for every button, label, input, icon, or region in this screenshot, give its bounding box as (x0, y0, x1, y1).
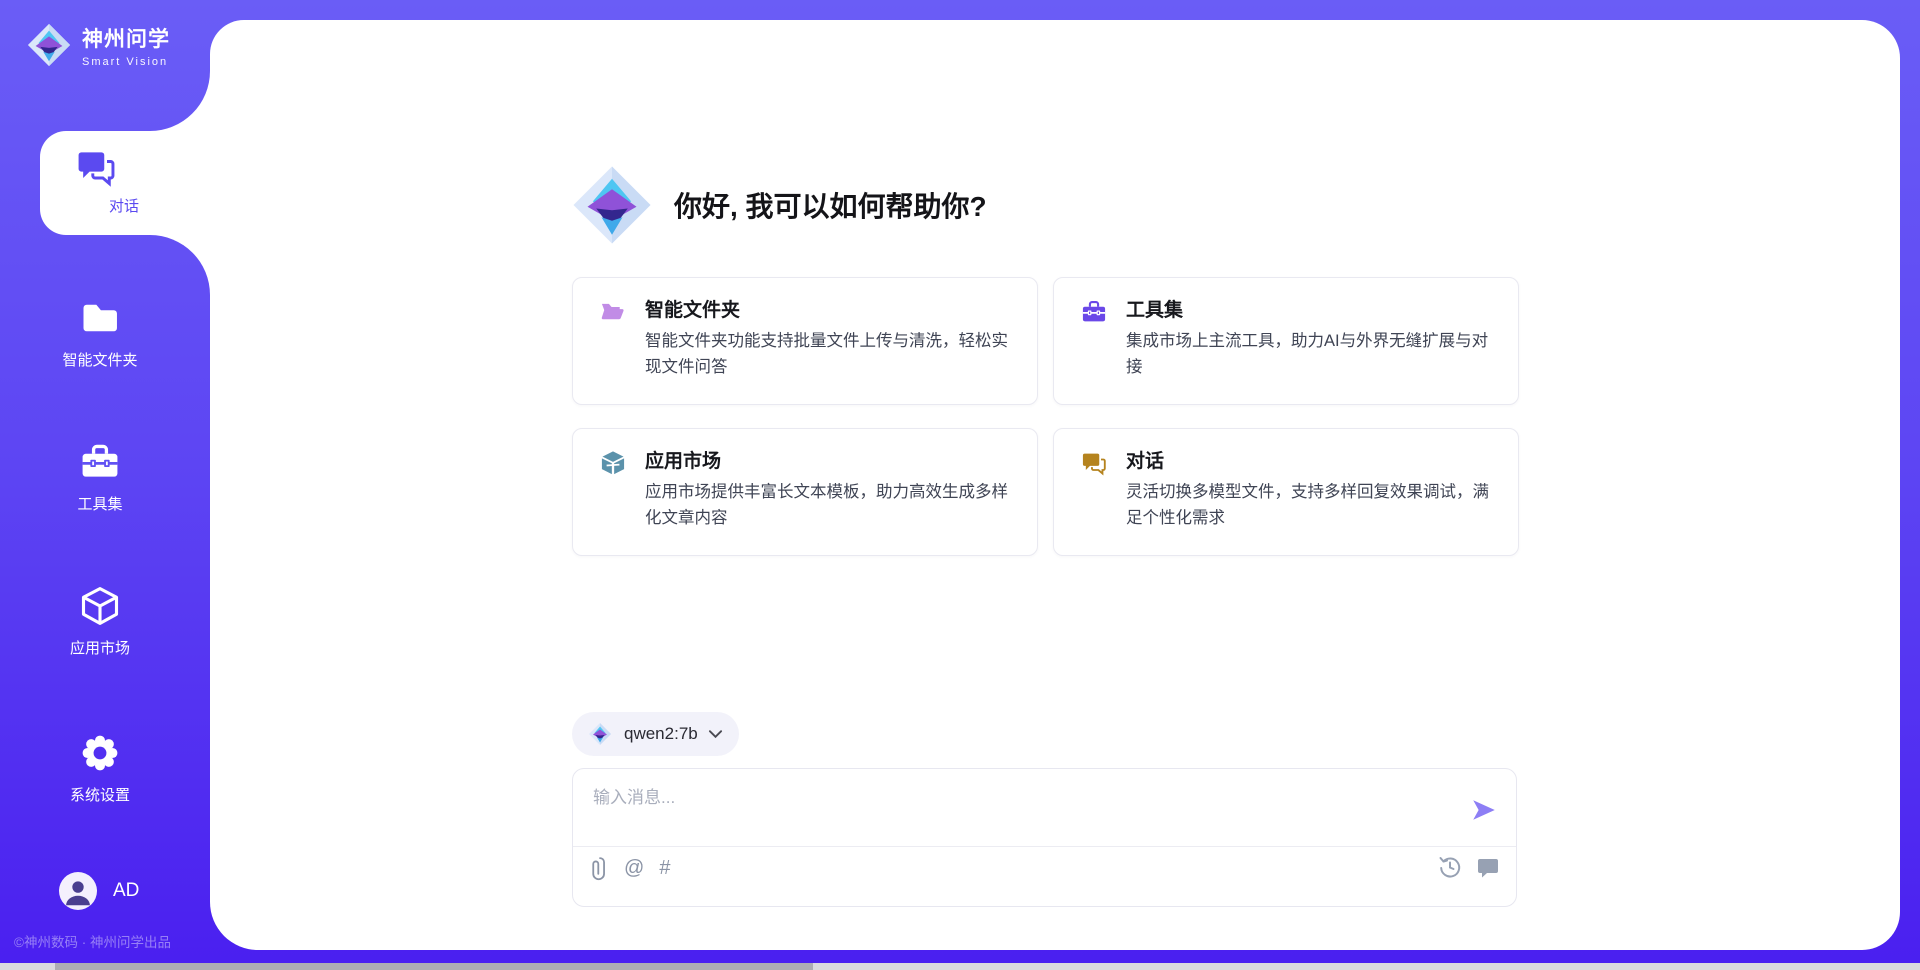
folder-open-icon (599, 298, 627, 326)
composer-divider (573, 846, 1516, 847)
cube-grid-icon (599, 449, 627, 477)
avatar (59, 872, 97, 910)
card-title: 工具集 (1126, 295, 1183, 322)
card-description: 智能文件夹功能支持批量文件上传与清洗，轻松实现文件问答 (645, 328, 1019, 380)
card-toolset[interactable]: 工具集 集成市场上主流工具，助力AI与外界无缝扩展与对接 (1053, 277, 1519, 405)
sidebar-item-settings[interactable]: 系统设置 (0, 731, 200, 805)
sidebar-item-label: 对话 (64, 195, 184, 216)
chat-bubble-icon (1476, 855, 1500, 879)
composer-toolbar-right (1438, 855, 1500, 879)
cube-icon (78, 584, 122, 628)
history-icon (1438, 855, 1462, 879)
greeting-title: 你好, 我可以如何帮助你? (674, 185, 987, 225)
sidebar-item-label: 应用市场 (0, 637, 200, 658)
assistant-logo-icon (570, 163, 654, 247)
send-icon (1470, 796, 1498, 824)
sidebar-item-label: 工具集 (0, 493, 200, 514)
folder-icon (78, 296, 122, 340)
history-button[interactable] (1438, 855, 1462, 879)
sidebar-item-chat[interactable]: 对话 (40, 131, 210, 235)
greeting: 你好, 我可以如何帮助你? (570, 163, 987, 247)
gear-icon (78, 731, 122, 775)
sidebar-item-toolbox[interactable]: 工具集 (0, 440, 200, 514)
chevron-down-icon (708, 729, 723, 739)
message-input[interactable] (593, 783, 1433, 839)
chat-icon (1080, 449, 1108, 477)
horizontal-scrollbar-thumb[interactable] (55, 963, 813, 970)
brand-logo-icon (26, 22, 72, 68)
horizontal-scrollbar-track[interactable] (0, 963, 1920, 970)
model-name: qwen2:7b (624, 724, 698, 744)
card-chat[interactable]: 对话 灵活切换多模型文件，支持多样回复效果调试，满足个性化需求 (1053, 428, 1519, 556)
toolbox-icon (1080, 298, 1108, 326)
toolbox-icon (78, 440, 122, 484)
brand-title: 神州问学 (82, 23, 170, 53)
card-title: 对话 (1126, 446, 1164, 473)
feature-cards: 智能文件夹 智能文件夹功能支持批量文件上传与清洗，轻松实现文件问答 工具集 集成… (572, 277, 1519, 556)
paperclip-icon (591, 855, 609, 881)
chat-icon (74, 145, 118, 189)
model-selector[interactable]: qwen2:7b (572, 712, 739, 756)
user-account-button[interactable]: AD (59, 872, 139, 910)
card-description: 应用市场提供丰富长文本模板，助力高效生成多样化文章内容 (645, 479, 1019, 531)
message-composer: @ # (572, 768, 1517, 907)
sidebar-item-label: 智能文件夹 (0, 349, 200, 370)
hashtag-button[interactable]: # (659, 858, 670, 878)
brand: 神州问学 Smart Vision (26, 22, 170, 68)
card-smart-folder[interactable]: 智能文件夹 智能文件夹功能支持批量文件上传与清洗，轻松实现文件问答 (572, 277, 1038, 405)
user-initials: AD (113, 880, 139, 902)
sidebar: 神州问学 Smart Vision 对话 智能文件夹 工具集 (0, 0, 210, 970)
person-icon (59, 872, 97, 910)
sidebar-item-label: 系统设置 (0, 784, 200, 805)
sidebar-item-app-market[interactable]: 应用市场 (0, 584, 200, 658)
brand-subtitle: Smart Vision (82, 56, 170, 68)
card-app-market[interactable]: 应用市场 应用市场提供丰富长文本模板，助力高效生成多样化文章内容 (572, 428, 1038, 556)
card-title: 智能文件夹 (645, 295, 740, 322)
mention-button[interactable]: @ (624, 858, 644, 878)
card-description: 集成市场上主流工具，助力AI与外界无缝扩展与对接 (1126, 328, 1500, 380)
card-description: 灵活切换多模型文件，支持多样回复效果调试，满足个性化需求 (1126, 479, 1500, 531)
send-button[interactable] (1470, 795, 1500, 825)
card-title: 应用市场 (645, 446, 721, 473)
feedback-button[interactable] (1476, 855, 1500, 879)
composer-toolbar-left: @ # (591, 855, 670, 881)
sidebar-item-folders[interactable]: 智能文件夹 (0, 296, 200, 370)
attachment-button[interactable] (591, 855, 609, 881)
copyright-footer: ©神州数码 · 神州问学出品 (14, 931, 171, 951)
model-logo-icon (588, 722, 612, 746)
